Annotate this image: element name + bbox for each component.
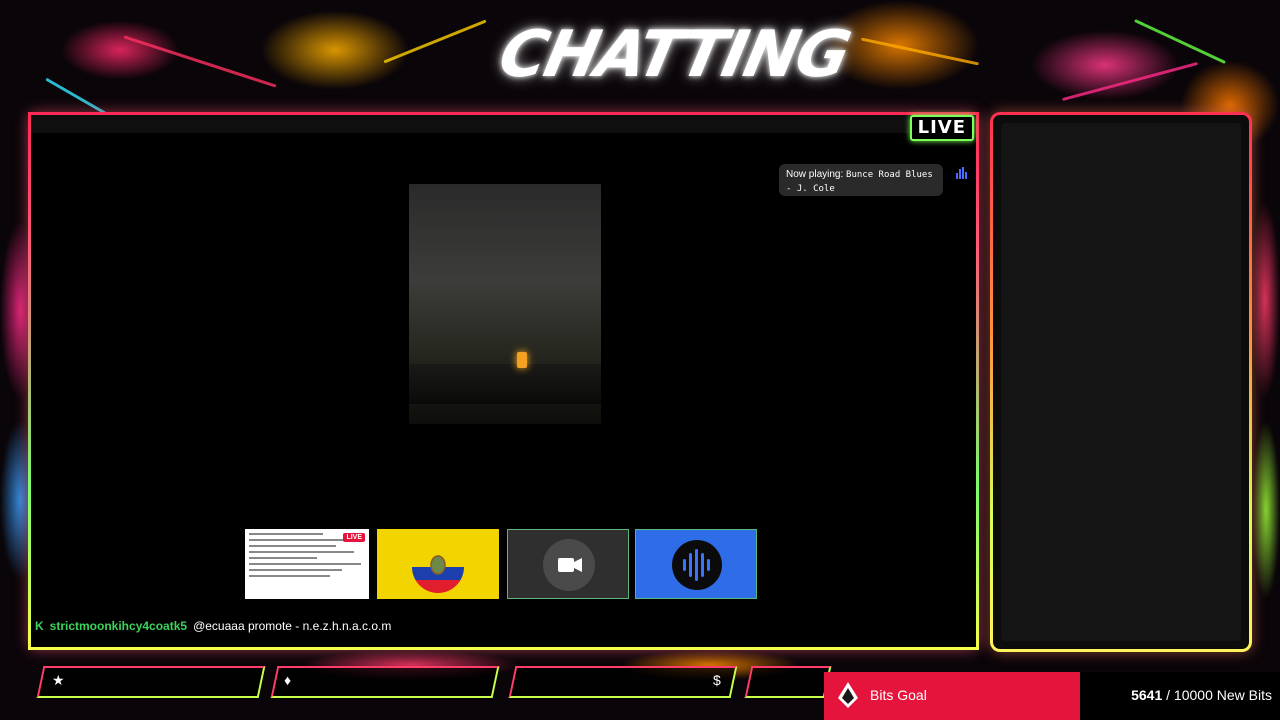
bits-goal-progress: 5641 / 10000 New Bits (1131, 687, 1272, 703)
video-road (409, 364, 601, 404)
bits-goal-label: Bits Goal (870, 687, 927, 703)
main-stream-frame: LIVE Now playing: Bunce Road Blues - J. … (28, 112, 979, 650)
bottom-panel-dollar (508, 666, 738, 698)
bits-goal-progress-section: 5641 / 10000 New Bits (1080, 672, 1280, 720)
dollar-icon: $ (713, 672, 721, 688)
bits-gem-icon (838, 682, 858, 708)
side-camera-placeholder (1001, 123, 1241, 641)
now-playing-track: Bunce Road Blues (846, 170, 933, 180)
audio-thumbnail[interactable] (635, 529, 757, 599)
star-icon: ★ (52, 672, 65, 688)
bits-goal-label-section: Bits Goal (824, 672, 1080, 720)
chat-preview-thumbnail[interactable]: LIVE (245, 529, 369, 599)
bits-goal-bar: Bits Goal 5641 / 10000 New Bits (824, 672, 1280, 720)
chatting-title: CHATTING (492, 18, 856, 92)
frame-top-strip (31, 115, 976, 133)
chat-username[interactable]: strictmoonkihcy4coatk5 (50, 619, 187, 633)
chat-text: @ecuaaa promote - n.e.z.h.n.a.c.o.m (193, 619, 392, 633)
chat-preview-live-tag: LIVE (343, 533, 365, 542)
bottom-panel-diamond (270, 666, 500, 698)
camera-thumbnail[interactable] (507, 529, 629, 599)
now-playing-artist: - J. Cole (786, 184, 835, 194)
audio-waveform-icon (672, 540, 722, 590)
bottom-panel-star (36, 666, 266, 698)
chat-message: Kstrictmoonkihcy4coatk5 @ecuaaa promote -… (35, 619, 391, 633)
diamond-icon: ♦ (284, 672, 292, 688)
bits-current: 5641 (1131, 687, 1163, 703)
ecuador-flag-thumbnail[interactable] (377, 529, 499, 599)
traffic-light (517, 352, 527, 368)
now-playing-widget: Now playing: Bunce Road Blues - J. Cole (779, 164, 943, 196)
kick-badge-icon: K (35, 619, 44, 633)
bottom-panel-fourth (744, 666, 832, 698)
equalizer-icon (954, 167, 968, 181)
vertical-video[interactable] (409, 184, 601, 424)
ecuador-flag-icon (412, 541, 464, 593)
live-badge: LIVE (909, 115, 974, 141)
now-playing-prefix: Now playing: (786, 169, 844, 180)
video-camera-icon (543, 539, 595, 591)
side-camera-frame (990, 112, 1252, 652)
bits-target-text: / 10000 New Bits (1162, 687, 1272, 703)
